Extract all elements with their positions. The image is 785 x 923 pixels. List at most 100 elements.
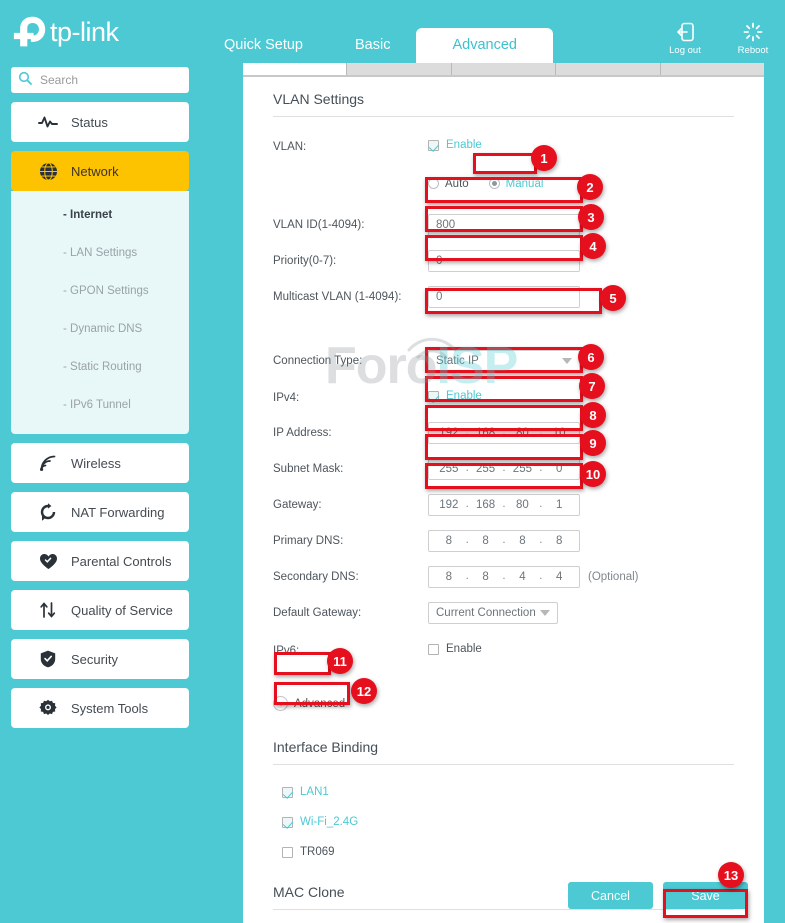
pdns-octet-3[interactable]: 8 (507, 535, 539, 547)
subnet-mask-input[interactable]: 255. 255. 255. 0 (428, 457, 580, 480)
sdns-octet-2[interactable]: 8 (470, 571, 502, 583)
sidebar-item-quality-of-service-label: Quality of Service (71, 602, 173, 618)
ip-octet-2[interactable]: 168 (470, 427, 502, 439)
pdns-octet-4[interactable]: 8 (543, 535, 575, 547)
binding-checkbox-lan1[interactable]: LAN1 (282, 786, 329, 798)
search-box[interactable] (11, 67, 189, 93)
sidebar-subitem-lan-settings[interactable]: - LAN Settings (11, 234, 189, 272)
cancel-button[interactable]: Cancel (568, 882, 653, 909)
content-tab-3[interactable] (451, 63, 557, 75)
header-actions: Log out Reboot (661, 22, 777, 56)
sidebar-subitem-ipv6-tunnel[interactable]: - IPv6 Tunnel (11, 386, 189, 424)
advanced-expander[interactable]: Advanced (273, 696, 734, 711)
updown-arrows-icon (37, 600, 59, 620)
ipv4-enable-checkbox[interactable]: Enable (428, 390, 482, 402)
sidebar-subitem-static-routing[interactable]: - Static Routing (11, 348, 189, 386)
tab-basic[interactable]: Basic (329, 28, 416, 63)
sidebar-subitem-internet[interactable]: - Internet (11, 196, 189, 234)
vlan-mode-auto-label: Auto (445, 177, 469, 190)
sidebar-item-nat-forwarding[interactable]: NAT Forwarding (11, 492, 189, 532)
right-edge-strip (766, 63, 785, 923)
ip-address-label: IP Address: (273, 426, 332, 439)
vlan-id-input[interactable] (428, 213, 580, 236)
binding-label-lan1: LAN1 (300, 786, 329, 798)
sidebar: Status Network - Internet - LAN Settings… (0, 63, 200, 923)
mask-octet-1[interactable]: 255 (433, 463, 465, 475)
gateway-octet-4[interactable]: 1 (543, 499, 575, 511)
sdns-octet-1[interactable]: 8 (433, 571, 465, 583)
content-tab-5[interactable] (660, 63, 764, 75)
mask-octet-2[interactable]: 255 (470, 463, 502, 475)
tplink-logo: tp-link (12, 14, 119, 50)
ip-dot: . (502, 425, 506, 438)
default-gateway-select[interactable]: Current Connection (428, 601, 558, 624)
priority-input[interactable] (428, 249, 580, 272)
reboot-button[interactable]: Reboot (729, 22, 777, 56)
ip-octet-3[interactable]: 80 (507, 427, 539, 439)
vlan-section-divider (273, 116, 734, 117)
connection-type-row: Connection Type: Static IP (273, 346, 734, 375)
binding-checkbox-wifi-24g[interactable]: Wi-Fi_2.4G (282, 816, 358, 828)
logout-button[interactable]: Log out (661, 22, 709, 56)
binding-checkbox-tr069[interactable]: TR069 (282, 846, 335, 858)
subnet-mask-row: Subnet Mask: 255. 255. 255. 0 (273, 454, 734, 483)
content-tab-4[interactable] (556, 63, 661, 75)
pdns-octet-1[interactable]: 8 (433, 535, 465, 547)
ip-dot: . (539, 497, 543, 510)
search-input[interactable] (38, 72, 168, 88)
checkbox-icon (428, 139, 439, 151)
sidebar-subitem-dynamic-dns[interactable]: - Dynamic DNS (11, 310, 189, 348)
tab-advanced[interactable]: Advanced (416, 28, 553, 63)
sdns-octet-4[interactable]: 4 (543, 571, 575, 583)
internet-settings-panel: VLAN Settings VLAN: Enable Auto Manual V… (243, 77, 764, 923)
sidebar-item-network[interactable]: Network (11, 151, 189, 191)
chevron-down-icon (562, 357, 572, 364)
checkbox-icon (428, 643, 439, 655)
gateway-octet-1[interactable]: 192 (433, 499, 465, 511)
sidebar-item-status[interactable]: Status (11, 102, 189, 142)
mask-octet-4[interactable]: 0 (543, 463, 575, 475)
vlan-mode-manual-radio[interactable]: Manual (488, 178, 543, 190)
sidebar-item-parental-controls[interactable]: Parental Controls (11, 541, 189, 581)
chevron-down-circle-icon (273, 696, 288, 711)
mask-octet-3[interactable]: 255 (507, 463, 539, 475)
ip-dot: . (539, 461, 543, 474)
content-tab-1[interactable] (243, 63, 348, 75)
secondary-dns-label: Secondary DNS: (273, 570, 359, 583)
tab-quick-setup[interactable]: Quick Setup (198, 28, 329, 63)
multicast-vlan-input[interactable] (428, 285, 580, 308)
gateway-row: Gateway: 192. 168. 80. 1 (273, 490, 734, 519)
sidebar-item-security-label: Security (71, 651, 118, 667)
interface-binding-divider (273, 764, 734, 765)
vlan-mode-auto-radio[interactable]: Auto (428, 178, 469, 190)
tplink-logo-text: tp-link (50, 16, 119, 47)
secondary-dns-input[interactable]: 8. 8. 4. 4 (428, 565, 580, 588)
ipv6-enable-checkbox[interactable]: Enable (428, 643, 482, 655)
content-tab-2[interactable] (347, 63, 452, 75)
top-nav-tabs: Quick Setup Basic Advanced (198, 28, 553, 63)
logout-label: Log out (669, 45, 701, 56)
primary-dns-input[interactable]: 8. 8. 8. 8 (428, 529, 580, 552)
ip-octet-4[interactable]: 10 (543, 427, 575, 439)
sidebar-item-security[interactable]: Security (11, 639, 189, 679)
sdns-octet-3[interactable]: 4 (507, 571, 539, 583)
gateway-octet-3[interactable]: 80 (507, 499, 539, 511)
pdns-octet-2[interactable]: 8 (470, 535, 502, 547)
gateway-input[interactable]: 192. 168. 80. 1 (428, 493, 580, 516)
sidebar-item-system-tools[interactable]: System Tools (11, 688, 189, 728)
gateway-octet-2[interactable]: 168 (470, 499, 502, 511)
sidebar-item-quality-of-service[interactable]: Quality of Service (11, 590, 189, 630)
ip-dot: . (539, 425, 543, 438)
sidebar-item-wireless[interactable]: Wireless (11, 443, 189, 483)
ip-dot: . (502, 569, 506, 582)
multicast-vlan-label: Multicast VLAN (1-4094): (273, 290, 402, 303)
save-button[interactable]: Save (663, 882, 748, 909)
ip-octet-1[interactable]: 192 (433, 427, 465, 439)
sidebar-subitem-gpon-settings[interactable]: - GPON Settings (11, 272, 189, 310)
ip-address-input[interactable]: 192. 168. 80. 10 (428, 421, 580, 444)
gateway-label: Gateway: (273, 498, 322, 511)
vlan-enable-checkbox[interactable]: Enable (428, 139, 482, 151)
connection-type-select[interactable]: Static IP (428, 349, 580, 372)
tplink-logo-mark (13, 16, 46, 47)
interface-binding-title: Interface Binding (273, 739, 379, 755)
